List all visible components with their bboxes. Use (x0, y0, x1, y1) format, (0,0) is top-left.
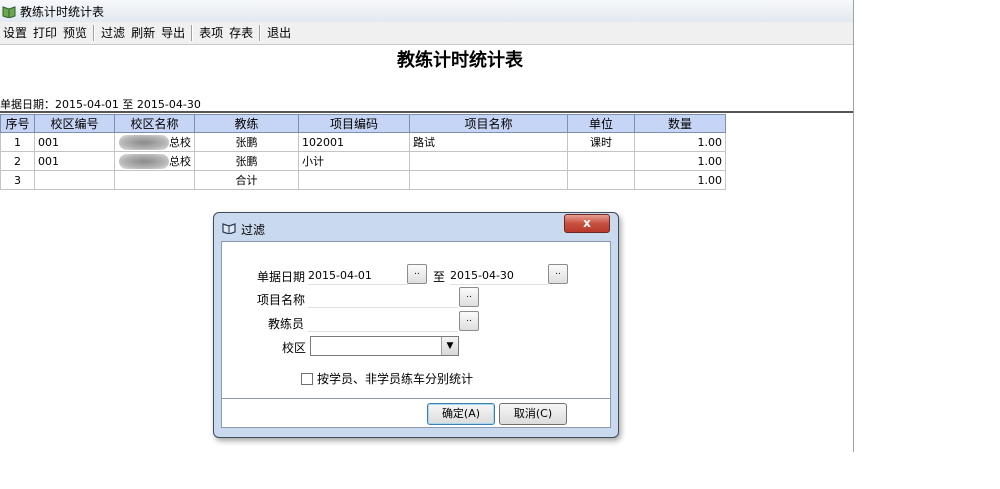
separate-stats-label[interactable]: 按学员、非学员练车分别统计 (317, 370, 473, 387)
cell-unit (567, 170, 635, 190)
date-from-field[interactable]: 2015-04-01 (308, 267, 408, 285)
date-range-label: 单据日期：2015-04-01 至 2015-04-30 (0, 98, 201, 111)
item-name-field[interactable] (308, 290, 458, 308)
dialog-title: 过滤 (241, 223, 266, 237)
separate-stats-checkbox[interactable] (301, 373, 313, 385)
table-row[interactable]: 2 001 总校 张鹏 小计 1.00 (0, 151, 726, 171)
cell-item-code: 小计 (298, 151, 410, 171)
coach-browse-button[interactable]: .. (459, 311, 479, 331)
item-name-browse-button[interactable]: .. (459, 287, 479, 307)
cell-item-name (409, 151, 568, 171)
cell-item-name: 路试 (409, 132, 568, 152)
coach-field[interactable] (308, 314, 458, 332)
col-header-no[interactable]: 序号 (0, 114, 35, 133)
cell-campus-name: 总校 (114, 132, 195, 152)
date-to-field[interactable]: 2015-04-30 (450, 267, 548, 285)
toolbar-separator (93, 25, 96, 41)
cell-campus-name (114, 170, 195, 190)
report-title: 教练计时统计表 (397, 50, 523, 71)
cancel-button[interactable]: 取消(C) (499, 403, 567, 425)
cell-no: 2 (0, 151, 35, 171)
cell-campus-code: 001 (34, 151, 115, 171)
cell-coach: 张鹏 (194, 151, 299, 171)
title-bar: 教练计时统计表 (0, 0, 853, 22)
table-row[interactable]: 3 合计 1.00 (0, 170, 726, 190)
filter-dialog: 过滤 x 单据日期 2015-04-01 .. 至 2015-04-30 .. … (213, 212, 619, 438)
cell-campus-code: 001 (34, 132, 115, 152)
toolbar-save-table[interactable]: 存表 (226, 22, 256, 44)
coach-label: 教练员 (268, 317, 305, 331)
toolbar-settings[interactable]: 设置 (0, 22, 30, 44)
book-icon (222, 223, 236, 234)
toolbar-filter[interactable]: 过滤 (98, 22, 128, 44)
item-name-label: 项目名称 (257, 293, 306, 307)
toolbar: 设置 打印 预览 过滤 刷新 导出 表项 存表 退出 (0, 22, 853, 45)
toolbar-exit[interactable]: 退出 (264, 22, 294, 44)
toolbar-preview[interactable]: 预览 (60, 22, 90, 44)
cell-coach: 张鹏 (194, 132, 299, 152)
redacted-blur (119, 135, 169, 151)
book-icon (2, 6, 16, 18)
cell-qty: 1.00 (634, 132, 726, 152)
dialog-footer: 确定(A) 取消(C) (221, 399, 611, 428)
date-from-picker-button[interactable]: .. (407, 264, 427, 284)
cell-coach: 合计 (194, 170, 299, 190)
toolbar-print[interactable]: 打印 (30, 22, 60, 44)
table-row[interactable]: 1 001 总校 张鹏 102001 路试 课时 1.00 (0, 132, 726, 152)
col-header-unit[interactable]: 单位 (567, 114, 635, 133)
cell-qty: 1.00 (634, 170, 726, 190)
ok-button[interactable]: 确定(A) (427, 403, 495, 425)
col-header-qty[interactable]: 数量 (634, 114, 726, 133)
cell-no: 3 (0, 170, 35, 190)
chevron-down-icon[interactable]: ▼ (441, 337, 458, 355)
dialog-body: 单据日期 2015-04-01 .. 至 2015-04-30 .. 项目名称 … (221, 241, 611, 399)
col-header-campus-name[interactable]: 校区名称 (114, 114, 195, 133)
date-to-picker-button[interactable]: .. (548, 264, 568, 284)
campus-label: 校区 (282, 341, 307, 355)
toolbar-export[interactable]: 导出 (158, 22, 188, 44)
col-header-coach[interactable]: 教练 (194, 114, 299, 133)
toolbar-refresh[interactable]: 刷新 (128, 22, 158, 44)
cell-qty: 1.00 (634, 151, 726, 171)
cell-item-code: 102001 (298, 132, 410, 152)
cell-campus-name: 总校 (114, 151, 195, 171)
redacted-blur (119, 154, 169, 170)
col-header-item-code[interactable]: 项目编码 (298, 114, 410, 133)
cell-item-code (298, 170, 410, 190)
toolbar-separator (259, 25, 262, 41)
window-title: 教练计时统计表 (20, 5, 105, 19)
cell-campus-code (34, 170, 115, 190)
toolbar-columns[interactable]: 表项 (196, 22, 226, 44)
to-label: 至 (433, 270, 446, 284)
cell-unit: 课时 (567, 132, 635, 152)
campus-select[interactable]: ▼ (310, 336, 459, 356)
toolbar-separator (191, 25, 194, 41)
cell-item-name (409, 170, 568, 190)
close-button[interactable]: x (564, 214, 610, 233)
cell-no: 1 (0, 132, 35, 152)
cell-unit (567, 151, 635, 171)
col-header-item-name[interactable]: 项目名称 (409, 114, 568, 133)
table-header-row: 序号 校区编号 校区名称 教练 项目编码 项目名称 单位 数量 (0, 114, 726, 133)
date-label: 单据日期 (257, 270, 306, 284)
report-table: 序号 校区编号 校区名称 教练 项目编码 项目名称 单位 数量 1 001 总校… (0, 114, 726, 190)
col-header-campus-code[interactable]: 校区编号 (34, 114, 115, 133)
header-divider (0, 111, 853, 113)
